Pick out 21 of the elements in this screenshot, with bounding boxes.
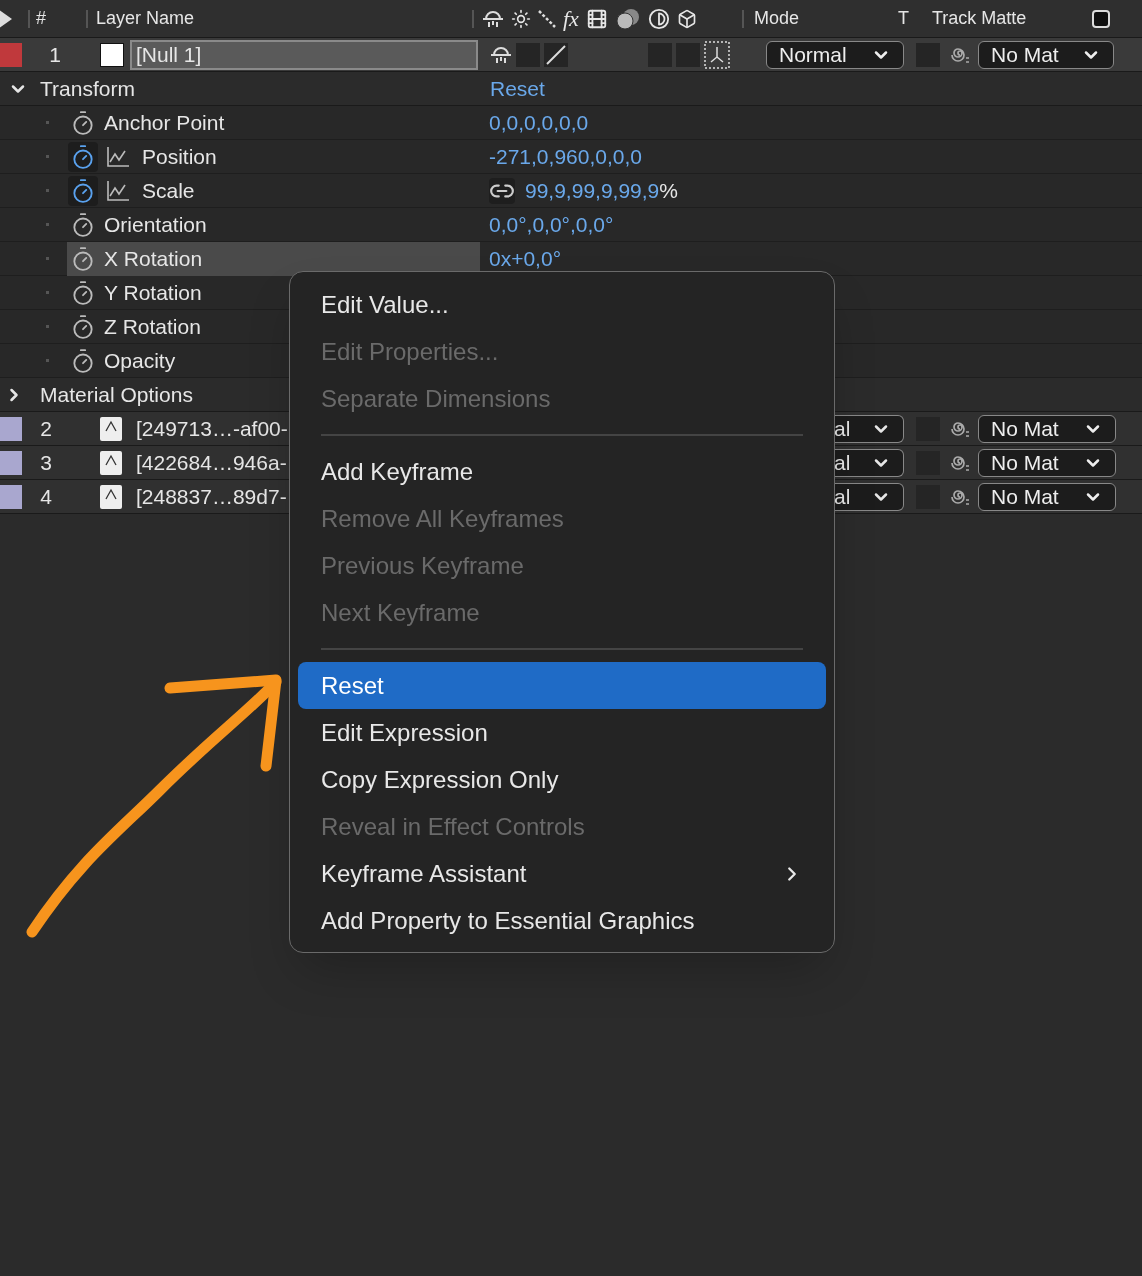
group-label: Material Options — [40, 381, 193, 408]
fx-label: fx — [563, 5, 579, 33]
column-header: # — [36, 7, 47, 30]
property-name: Scale — [142, 177, 195, 204]
property-name: Position — [142, 143, 217, 170]
layer-number: 2 — [39, 415, 53, 442]
column-header: Layer Name — [96, 7, 196, 30]
property-name: Z Rotation — [104, 313, 201, 340]
property-name: Anchor Point — [104, 109, 225, 136]
unit-label: % — [659, 177, 678, 204]
property-name: X Rotation — [104, 245, 203, 272]
layer-number: 3 — [39, 449, 53, 476]
column-header: T — [898, 7, 910, 30]
column-header: Track Matte — [932, 7, 1028, 30]
column-header: Mode — [754, 7, 801, 30]
property-name: Y Rotation — [104, 279, 202, 306]
group-label: Transform — [40, 75, 136, 102]
layer-number: 1 — [48, 41, 62, 68]
property-name: Opacity — [104, 347, 176, 374]
property-name: Orientation — [104, 211, 207, 238]
layer-number: 4 — [39, 483, 53, 510]
